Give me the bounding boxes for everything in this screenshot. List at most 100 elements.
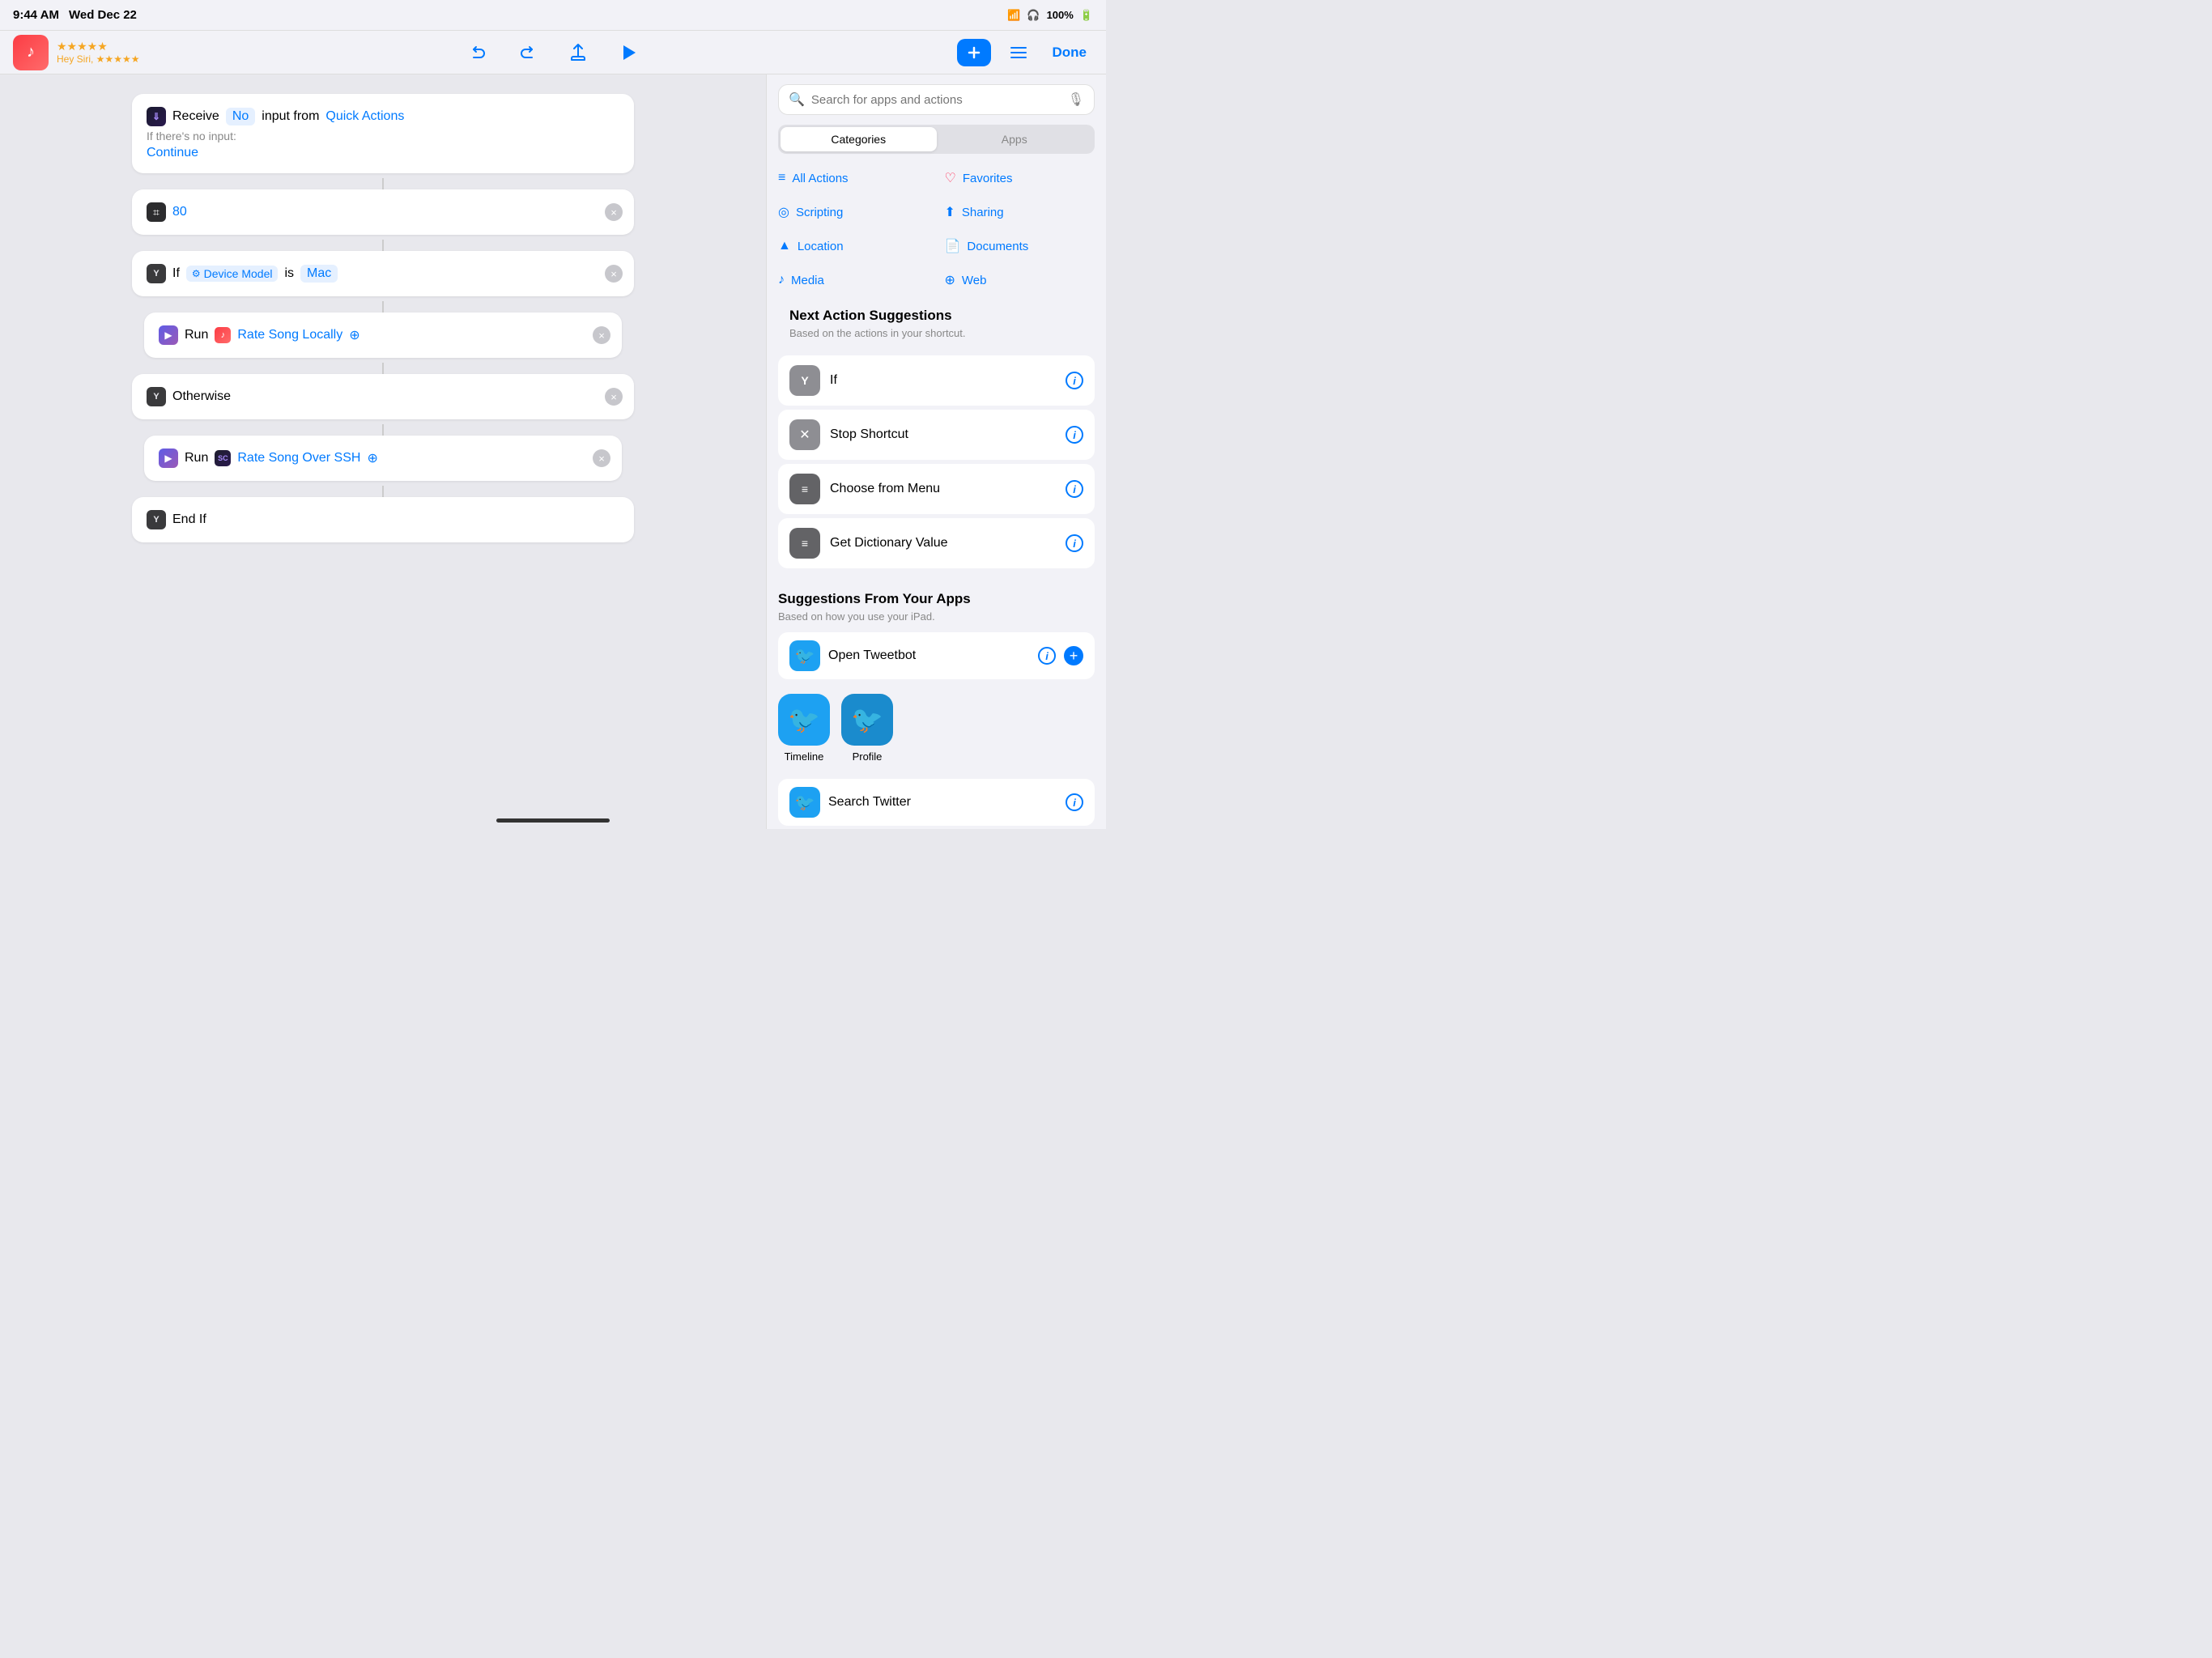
otherwise-icon: Y (147, 387, 166, 406)
toolbar: ♪ ★★★★★ Hey Siri, ★★★★★ Done (0, 31, 1106, 74)
shortcut-title-area: ★★★★★ Hey Siri, ★★★★★ (57, 40, 139, 65)
open-tweetbot-label: Open Tweetbot (828, 648, 1030, 663)
sidebar: 🔍 🎙 Categories Apps ≡ All Actions ♡ Favo… (766, 74, 1106, 829)
continue-link[interactable]: Continue (147, 146, 619, 160)
next-action-sub: Based on the actions in your shortcut. (778, 327, 1095, 349)
web-icon: ⊕ (945, 272, 955, 288)
media-label: Media (791, 274, 824, 287)
redo-button[interactable] (511, 39, 545, 66)
web-label: Web (962, 274, 987, 287)
tweetbot-profile-item[interactable]: 🐦 Profile (841, 694, 893, 763)
search-twitter-info-btn[interactable]: i (1066, 793, 1083, 811)
number-close[interactable]: × (605, 203, 623, 221)
connector-3 (382, 301, 384, 312)
stop-info-btn[interactable]: i (1066, 426, 1083, 444)
if-block: Y If ⚙ Device Model is Mac × (132, 251, 634, 296)
quick-actions-token[interactable]: Quick Actions (325, 109, 404, 124)
documents-icon: 📄 (945, 238, 961, 254)
tweetbot-main-icon: 🐦 (789, 640, 820, 671)
search-input[interactable] (811, 93, 1061, 107)
category-location[interactable]: ▲ Location (778, 232, 929, 261)
dict-info-btn[interactable]: i (1066, 534, 1083, 552)
undo-button[interactable] (461, 39, 495, 66)
scripting-label: Scripting (796, 206, 843, 219)
mac-token[interactable]: Mac (300, 265, 338, 283)
category-scripting[interactable]: ◎ Scripting (778, 198, 929, 227)
category-sharing[interactable]: ⬆ Sharing (945, 198, 1095, 227)
run-icon-2: ▶ (159, 449, 178, 468)
search-twitter-label: Search Twitter (828, 795, 1057, 810)
sharing-icon: ⬆ (945, 204, 955, 220)
shortcut-stars: ★★★★★ (57, 40, 139, 53)
wifi-icon: 📶 (1007, 9, 1020, 22)
toolbar-left: ♪ ★★★★★ Hey Siri, ★★★★★ (13, 35, 373, 70)
music-icon-1: ♪ (215, 327, 231, 343)
add-action-button[interactable] (957, 39, 991, 66)
category-media[interactable]: ♪ Media (778, 266, 929, 295)
music-app-icon: ♪ (13, 35, 49, 70)
headphone-icon: 🎧 (1027, 9, 1040, 22)
rate-song-ssh-token[interactable]: Rate Song Over SSH (237, 451, 360, 466)
tweetbot-timeline-item[interactable]: 🐦 Timeline (778, 694, 830, 763)
connector-6 (382, 486, 384, 497)
rate-song-locally-token[interactable]: Rate Song Locally (237, 328, 342, 342)
run-ssh-block: ▶ Run SC Rate Song Over SSH ⊕ × (144, 436, 622, 481)
suggestion-get-dict[interactable]: ≡ Get Dictionary Value i (778, 518, 1095, 568)
arrow-circle-1[interactable]: ⊕ (349, 327, 359, 343)
receive-sub: If there's no input: (147, 130, 619, 142)
search-twitter-row[interactable]: 🐦 Search Twitter i (778, 779, 1095, 826)
open-tweetbot-row[interactable]: 🐦 Open Tweetbot i + (778, 632, 1095, 679)
media-icon: ♪ (778, 273, 785, 287)
tab-categories[interactable]: Categories (781, 127, 937, 151)
tweetbot-add-btn[interactable]: + (1064, 646, 1083, 665)
settings-button[interactable] (1002, 40, 1035, 66)
run-button[interactable] (611, 39, 645, 66)
suggestion-if[interactable]: Y If i (778, 355, 1095, 406)
share-button[interactable] (561, 39, 595, 66)
receive-token[interactable]: No (226, 108, 255, 125)
tweetbot-apps-row: 🐦 Timeline 🐦 Profile (778, 686, 1095, 772)
receive-icon: ⇓ (147, 107, 166, 126)
battery: 100% (1047, 9, 1074, 21)
all-actions-icon: ≡ (778, 171, 785, 185)
if-info-btn[interactable]: i (1066, 372, 1083, 389)
connector-5 (382, 424, 384, 436)
home-indicator (496, 818, 610, 823)
device-model-token[interactable]: ⚙ Device Model (186, 266, 279, 282)
toolbar-right: Done (733, 39, 1093, 66)
stop-sugg-label: Stop Shortcut (830, 427, 1056, 442)
choose-info-btn[interactable]: i (1066, 480, 1083, 498)
favorites-icon: ♡ (945, 170, 956, 186)
done-button[interactable]: Done (1046, 41, 1094, 64)
category-documents[interactable]: 📄 Documents (945, 232, 1095, 261)
run-locally-close[interactable]: × (593, 326, 610, 344)
receive-block: ⇓ Receive No input from Quick Actions If… (132, 94, 634, 173)
category-all-actions[interactable]: ≡ All Actions (778, 164, 929, 193)
all-actions-label: All Actions (792, 172, 848, 185)
endif-block: Y End If (132, 497, 634, 542)
otherwise-label: Otherwise (172, 389, 231, 404)
arrow-circle-2[interactable]: ⊕ (367, 450, 377, 466)
status-bar: 9:44 AM Wed Dec 22 📶 🎧 100% 🔋 (0, 0, 1106, 31)
if-close[interactable]: × (605, 265, 623, 283)
dict-sugg-icon: ≡ (789, 528, 820, 559)
otherwise-close[interactable]: × (605, 388, 623, 406)
choose-sugg-icon: ≡ (789, 474, 820, 504)
if-icon: Y (147, 264, 166, 283)
shortcuts-icon-2: SC (215, 450, 231, 466)
next-action-title: Next Action Suggestions (778, 308, 1095, 327)
suggestion-stop-shortcut[interactable]: ✕ Stop Shortcut i (778, 410, 1095, 460)
date: Wed Dec 22 (69, 8, 137, 22)
run-ssh-close[interactable]: × (593, 449, 610, 467)
category-favorites[interactable]: ♡ Favorites (945, 164, 1095, 193)
category-web[interactable]: ⊕ Web (945, 266, 1095, 295)
tweetbot-info-btn[interactable]: i (1038, 647, 1056, 665)
receive-label: Receive (172, 109, 219, 124)
suggestion-choose-menu[interactable]: ≡ Choose from Menu i (778, 464, 1095, 514)
tab-apps[interactable]: Apps (937, 127, 1093, 151)
run-locally-block: ▶ Run ♪ Rate Song Locally ⊕ × (144, 312, 622, 358)
number-value[interactable]: 80 (172, 205, 187, 219)
mic-icon[interactable]: 🎙 (1068, 91, 1084, 108)
status-right: 📶 🎧 100% 🔋 (1007, 9, 1093, 22)
calc-icon: ⌗ (147, 202, 166, 222)
